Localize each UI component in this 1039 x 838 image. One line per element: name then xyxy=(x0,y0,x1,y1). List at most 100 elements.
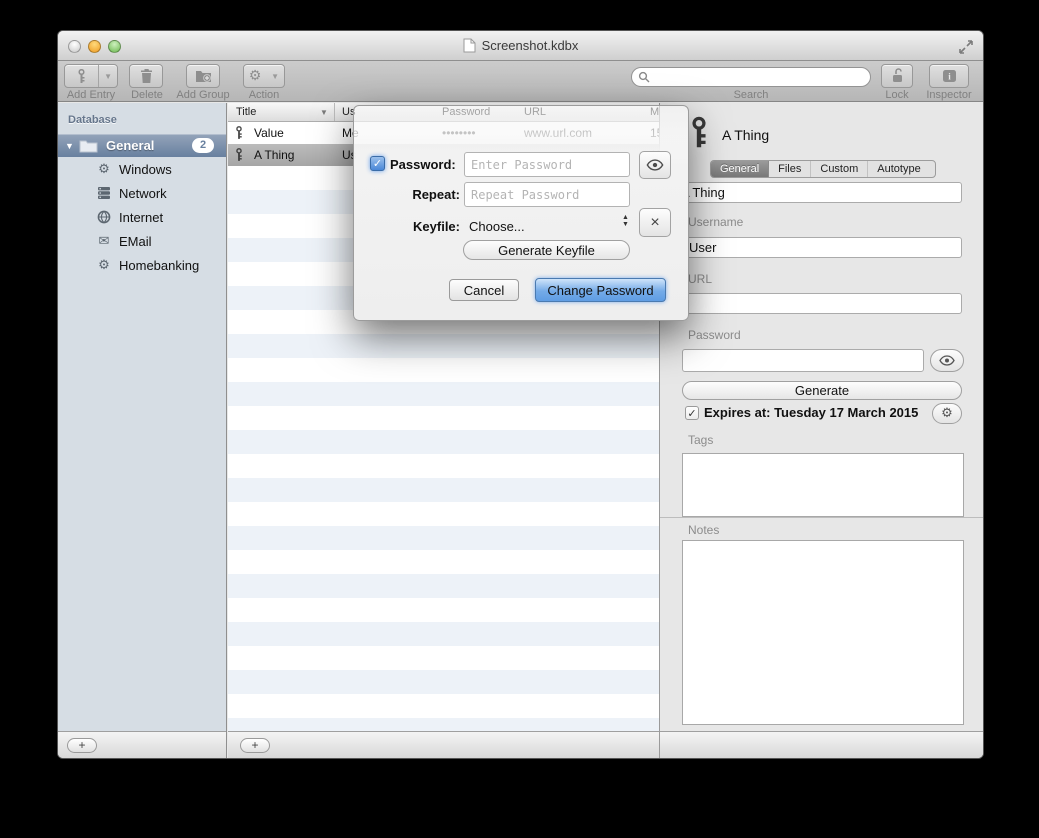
tab-general[interactable]: General xyxy=(711,161,769,177)
chevron-down-icon: ▼ xyxy=(99,72,117,81)
repeat-password-input[interactable] xyxy=(464,182,630,207)
change-password-dialog: ✓ Password: Repeat: Keyfile: Choose... ▲… xyxy=(353,105,689,321)
window-title-area: Screenshot.kdbx xyxy=(463,38,579,53)
window-titlebar[interactable]: Screenshot.kdbx xyxy=(58,31,983,61)
dialog-repeat-label: Repeat: xyxy=(374,187,460,202)
sidebar-item-homebanking[interactable]: ⚙ Homebanking xyxy=(58,253,226,277)
new-password-input[interactable] xyxy=(464,152,630,177)
sidebar-item-label: Homebanking xyxy=(119,258,199,273)
expires-settings-button[interactable]: ⚙ xyxy=(932,403,962,424)
sidebar-item-network[interactable]: Network xyxy=(58,181,226,205)
desktop: Screenshot.kdbx ▼ Add Entry Delete xyxy=(0,0,1039,838)
url-label: URL xyxy=(688,272,712,286)
sidebar-item-label: Internet xyxy=(119,210,163,225)
search-label: Search xyxy=(631,89,871,101)
document-icon xyxy=(463,38,476,53)
inspector-button[interactable]: i xyxy=(929,64,969,88)
expires-label: Expires at: Tuesday 17 March 2015 xyxy=(704,405,918,420)
gear-icon: ⚙ xyxy=(96,258,112,273)
minimize-button[interactable] xyxy=(88,40,101,53)
add-entry-label: Add Entry xyxy=(57,89,128,101)
sidebar-item-label: Windows xyxy=(119,162,172,177)
password-field[interactable] xyxy=(682,349,924,372)
search-input[interactable] xyxy=(650,69,870,85)
generate-password-button[interactable]: Generate xyxy=(682,381,962,400)
key-icon xyxy=(687,113,711,156)
username-field[interactable] xyxy=(682,237,962,258)
close-button[interactable] xyxy=(68,40,81,53)
gear-icon: ⚙ xyxy=(96,162,112,177)
reveal-password-button[interactable] xyxy=(930,349,964,372)
info-icon: i xyxy=(942,69,957,83)
delete-label: Delete xyxy=(127,89,167,101)
fullscreen-icon[interactable] xyxy=(958,39,974,55)
add-entry-button[interactable]: ▼ xyxy=(64,64,118,88)
dialog-password-label: Password: xyxy=(390,157,456,172)
trash-icon xyxy=(140,68,153,84)
tags-label: Tags xyxy=(688,433,713,447)
cancel-button[interactable]: Cancel xyxy=(449,279,519,301)
keyfile-popup[interactable]: Choose... xyxy=(469,219,525,234)
cell-title: Value xyxy=(254,126,284,140)
key-icon xyxy=(234,147,244,165)
sidebar-item-general[interactable]: ▼ General 2 xyxy=(58,134,226,157)
sidebar-item-label: Network xyxy=(119,186,167,201)
inspector-footer xyxy=(660,731,983,758)
toolbar: ▼ Add Entry Delete Add Group ⚙ ▼ Action … xyxy=(58,61,983,102)
search-field[interactable] xyxy=(631,67,871,87)
window-title: Screenshot.kdbx xyxy=(482,38,579,53)
close-icon: × xyxy=(650,214,659,232)
add-group-label: Add Group xyxy=(172,89,234,101)
sidebar-item-windows[interactable]: ⚙ Windows xyxy=(58,157,226,181)
sidebar-item-label: EMail xyxy=(119,234,152,249)
delete-button[interactable] xyxy=(129,64,163,88)
column-divider[interactable] xyxy=(334,103,335,121)
key-icon xyxy=(65,68,98,84)
clear-keyfile-button[interactable]: × xyxy=(639,208,671,237)
zoom-button[interactable] xyxy=(108,40,121,53)
sidebar-item-email[interactable]: ✉ EMail xyxy=(58,229,226,253)
generate-keyfile-button[interactable]: Generate Keyfile xyxy=(463,240,630,260)
lock-button[interactable] xyxy=(881,64,913,88)
action-label: Action xyxy=(243,89,285,101)
tab-custom[interactable]: Custom xyxy=(811,161,868,177)
change-password-button[interactable]: Change Password xyxy=(535,278,666,302)
username-label: Username xyxy=(688,215,743,229)
dialog-keyfile-label: Keyfile: xyxy=(374,219,460,234)
sidebar-section-header: Database xyxy=(68,114,117,126)
inspector-panel: A Thing General Files Custom Autotype Us… xyxy=(659,103,983,758)
stepper-icon[interactable]: ▲▼ xyxy=(622,214,629,228)
title-field[interactable] xyxy=(674,182,962,203)
inspector-tabs: General Files Custom Autotype xyxy=(710,160,936,178)
tab-autotype[interactable]: Autotype xyxy=(868,161,929,177)
folder-plus-icon xyxy=(195,69,212,83)
action-button[interactable]: ⚙ ▼ xyxy=(243,64,285,88)
globe-icon xyxy=(96,210,112,224)
notes-input[interactable] xyxy=(682,540,964,725)
url-field[interactable] xyxy=(682,293,962,314)
main-content: Database ▼ General 2 ⚙ Windows Network xyxy=(58,103,983,758)
add-group-footer-button[interactable]: + xyxy=(67,738,97,753)
add-group-button[interactable] xyxy=(186,64,220,88)
unlocked-padlock-icon xyxy=(891,68,904,84)
inspector-entry-title: A Thing xyxy=(722,127,769,143)
key-icon xyxy=(234,125,244,143)
expires-checkbox[interactable]: ✓ xyxy=(685,406,699,420)
add-entry-footer-button[interactable]: + xyxy=(240,738,270,753)
password-label: Password xyxy=(688,328,741,342)
password-enabled-checkbox[interactable]: ✓ xyxy=(370,156,385,171)
tab-files[interactable]: Files xyxy=(769,161,811,177)
gear-icon: ⚙ xyxy=(244,68,266,84)
disclosure-triangle-icon[interactable]: ▼ xyxy=(65,141,75,151)
eye-icon xyxy=(939,355,955,366)
search-icon xyxy=(638,71,650,83)
sidebar-item-internet[interactable]: Internet xyxy=(58,205,226,229)
app-window: Screenshot.kdbx ▼ Add Entry Delete xyxy=(57,30,984,759)
tags-input[interactable] xyxy=(682,453,964,517)
envelope-icon: ✉ xyxy=(96,234,112,249)
show-password-button[interactable] xyxy=(639,151,671,179)
sidebar: Database ▼ General 2 ⚙ Windows Network xyxy=(58,103,227,758)
section-divider xyxy=(660,517,983,518)
entry-count-badge: 2 xyxy=(192,138,214,153)
column-header-title[interactable]: Title xyxy=(236,106,256,118)
